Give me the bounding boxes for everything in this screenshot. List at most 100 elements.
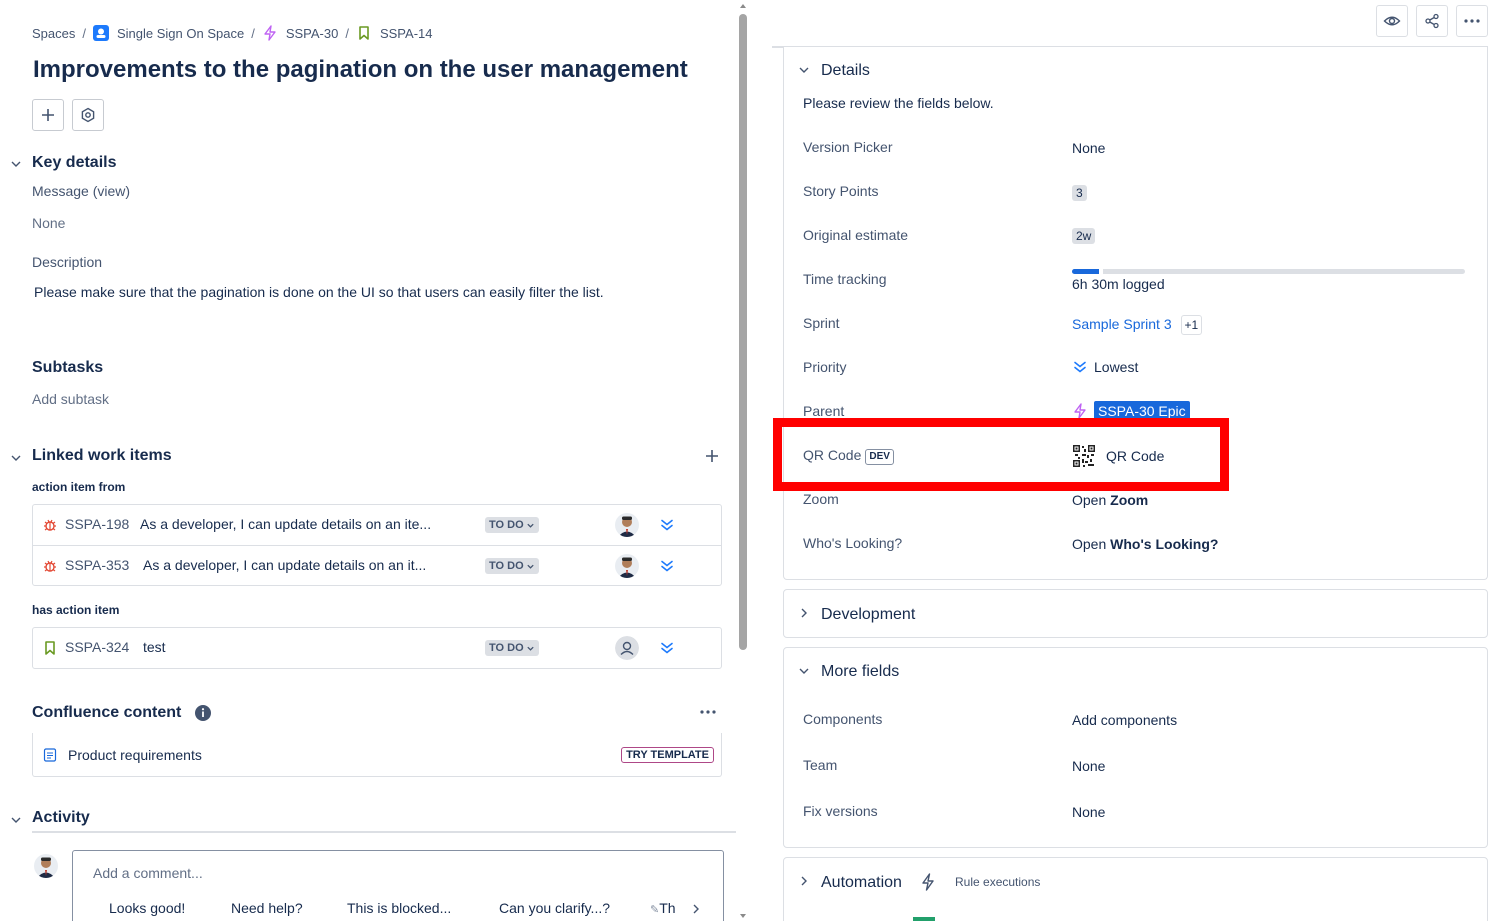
more-actions-button[interactable] xyxy=(1456,5,1488,37)
development-panel[interactable]: Development xyxy=(783,589,1488,638)
item-summary[interactable]: As a developer, I can update details on … xyxy=(143,557,473,573)
apps-button[interactable] xyxy=(72,99,104,131)
chip-label: Th xyxy=(659,900,676,916)
breadcrumb-separator: / xyxy=(82,25,86,41)
sprint-value[interactable]: Sample Sprint 3 +1 xyxy=(1072,315,1203,335)
link-group-label: has action item xyxy=(32,603,120,617)
priority-value[interactable]: Lowest xyxy=(1072,359,1138,375)
scroll-up-icon[interactable] xyxy=(739,3,747,9)
activity-heading[interactable]: Activity xyxy=(32,809,90,827)
try-template-badge[interactable]: TRY TEMPLATE xyxy=(621,747,714,763)
automation-rule-executions[interactable]: Rule executions xyxy=(955,875,1040,889)
breadcrumb-issue[interactable]: SSPA-14 xyxy=(380,26,433,41)
info-icon[interactable] xyxy=(194,704,212,722)
zoom-link[interactable]: Zoom xyxy=(1110,492,1148,508)
status-badge[interactable]: TO DO xyxy=(485,640,539,656)
chevron-down-icon[interactable] xyxy=(10,452,22,464)
message-value[interactable]: None xyxy=(32,215,65,231)
more-fields-heading[interactable]: More fields xyxy=(821,663,899,681)
list-item[interactable]: SSPA-353 As a developer, I can update de… xyxy=(33,545,721,585)
lightning-icon xyxy=(1074,403,1086,419)
estimate-badge: 2w xyxy=(1072,228,1096,244)
quick-reply-chip[interactable]: Looks good! xyxy=(109,900,185,916)
breadcrumb-space[interactable]: Single Sign On Space xyxy=(117,26,244,41)
item-summary[interactable]: test xyxy=(143,639,473,655)
fix-versions-label: Fix versions xyxy=(803,803,878,819)
confluence-item[interactable]: Product requirements TRY TEMPLATE xyxy=(32,733,722,777)
chevron-down-icon xyxy=(526,646,534,651)
add-button[interactable] xyxy=(32,99,64,131)
item-key[interactable]: SSPA-198 xyxy=(65,516,129,532)
link-group-label: action item from xyxy=(32,480,126,494)
components-value[interactable]: Add components xyxy=(1072,712,1177,728)
sprint-extra-badge[interactable]: +1 xyxy=(1180,315,1203,335)
version-picker-value[interactable]: None xyxy=(1072,140,1105,156)
scroll-down-icon[interactable] xyxy=(739,913,747,919)
zoom-value[interactable]: Open Zoom xyxy=(1072,492,1148,508)
watch-button[interactable] xyxy=(1376,5,1408,37)
story-points-value[interactable]: 3 xyxy=(1072,184,1087,201)
team-value[interactable]: None xyxy=(1072,758,1105,774)
quick-reply-chip[interactable]: This is blocked... xyxy=(347,900,451,916)
item-summary[interactable]: As a developer, I can update details on … xyxy=(140,516,470,532)
avatar[interactable] xyxy=(615,554,639,578)
chevron-down-icon xyxy=(526,523,534,528)
sprint-label: Sprint xyxy=(803,315,840,331)
quick-reply-chip[interactable]: Need help? xyxy=(231,900,303,916)
add-subtask-link[interactable]: Add subtask xyxy=(32,391,109,407)
quick-reply-chip[interactable]: Can you clarify...? xyxy=(499,900,610,916)
fix-versions-value[interactable]: None xyxy=(1072,804,1105,820)
status-badge[interactable]: TO DO xyxy=(485,517,539,533)
bookmark-icon xyxy=(45,641,55,655)
priority-lowest-icon xyxy=(1074,361,1086,373)
original-estimate-value[interactable]: 2w xyxy=(1072,227,1096,244)
time-tracking-bar[interactable] xyxy=(1072,269,1465,274)
breadcrumb-epic[interactable]: SSPA-30 xyxy=(286,26,339,41)
list-item[interactable]: SSPA-324 test TO DO xyxy=(33,628,721,668)
chevron-down-icon[interactable] xyxy=(10,814,22,826)
description-value[interactable]: Please make sure that the pagination is … xyxy=(34,284,604,300)
story-points-label: Story Points xyxy=(803,183,879,199)
list-item[interactable]: SSPA-198 As a developer, I can update de… xyxy=(33,505,721,545)
linked-items-heading[interactable]: Linked work items xyxy=(32,447,172,465)
whos-looking-value[interactable]: Open Who's Looking? xyxy=(1072,536,1218,552)
lightning-icon xyxy=(922,873,934,891)
breadcrumb-spaces[interactable]: Spaces xyxy=(32,26,75,41)
scroll-thumb[interactable] xyxy=(739,14,747,650)
automation-panel[interactable]: Automation Rule executions xyxy=(783,857,1488,921)
add-link-plus-icon[interactable] xyxy=(704,448,720,464)
status-badge[interactable]: TO DO xyxy=(485,558,539,574)
chevron-down-icon[interactable] xyxy=(798,665,810,677)
more-fields-panel: More fields xyxy=(783,647,1488,848)
share-button[interactable] xyxy=(1416,5,1448,37)
chevron-down-icon[interactable] xyxy=(798,64,810,76)
scrollbar[interactable] xyxy=(737,0,749,921)
avatar[interactable] xyxy=(615,513,639,537)
zoom-open-text: Open xyxy=(1072,492,1107,508)
chevron-right-icon xyxy=(801,876,807,886)
issue-side-pane: Details Please review the fields below. … xyxy=(750,0,1500,921)
status-label: TO DO xyxy=(489,519,524,531)
parent-label: Parent xyxy=(803,403,845,419)
chevron-down-icon[interactable] xyxy=(10,158,22,170)
item-key[interactable]: SSPA-324 xyxy=(65,639,129,655)
sprint-link[interactable]: Sample Sprint 3 xyxy=(1072,316,1172,332)
key-details-heading[interactable]: Key details xyxy=(32,154,116,172)
item-key[interactable]: SSPA-353 xyxy=(65,557,129,573)
zoom-label: Zoom xyxy=(803,491,839,507)
confluence-item-title[interactable]: Product requirements xyxy=(68,747,202,763)
more-icon[interactable] xyxy=(698,704,718,720)
priority-lowest-icon xyxy=(661,519,673,531)
plus-icon xyxy=(42,109,54,121)
details-heading[interactable]: Details xyxy=(821,62,870,80)
quick-reply-chip[interactable]: ✎Th xyxy=(650,900,680,916)
development-heading: Development xyxy=(821,606,916,623)
pencil-icon: ✎ xyxy=(650,904,660,916)
whos-looking-link[interactable]: Who's Looking? xyxy=(1110,536,1218,552)
page-title[interactable]: Improvements to the pagination on the us… xyxy=(33,56,688,84)
message-label: Message (view) xyxy=(32,183,131,199)
unassigned-avatar[interactable] xyxy=(615,636,639,660)
priority-text: Lowest xyxy=(1094,359,1139,375)
status-label: TO DO xyxy=(489,560,524,572)
chevron-right-icon[interactable] xyxy=(690,903,702,915)
